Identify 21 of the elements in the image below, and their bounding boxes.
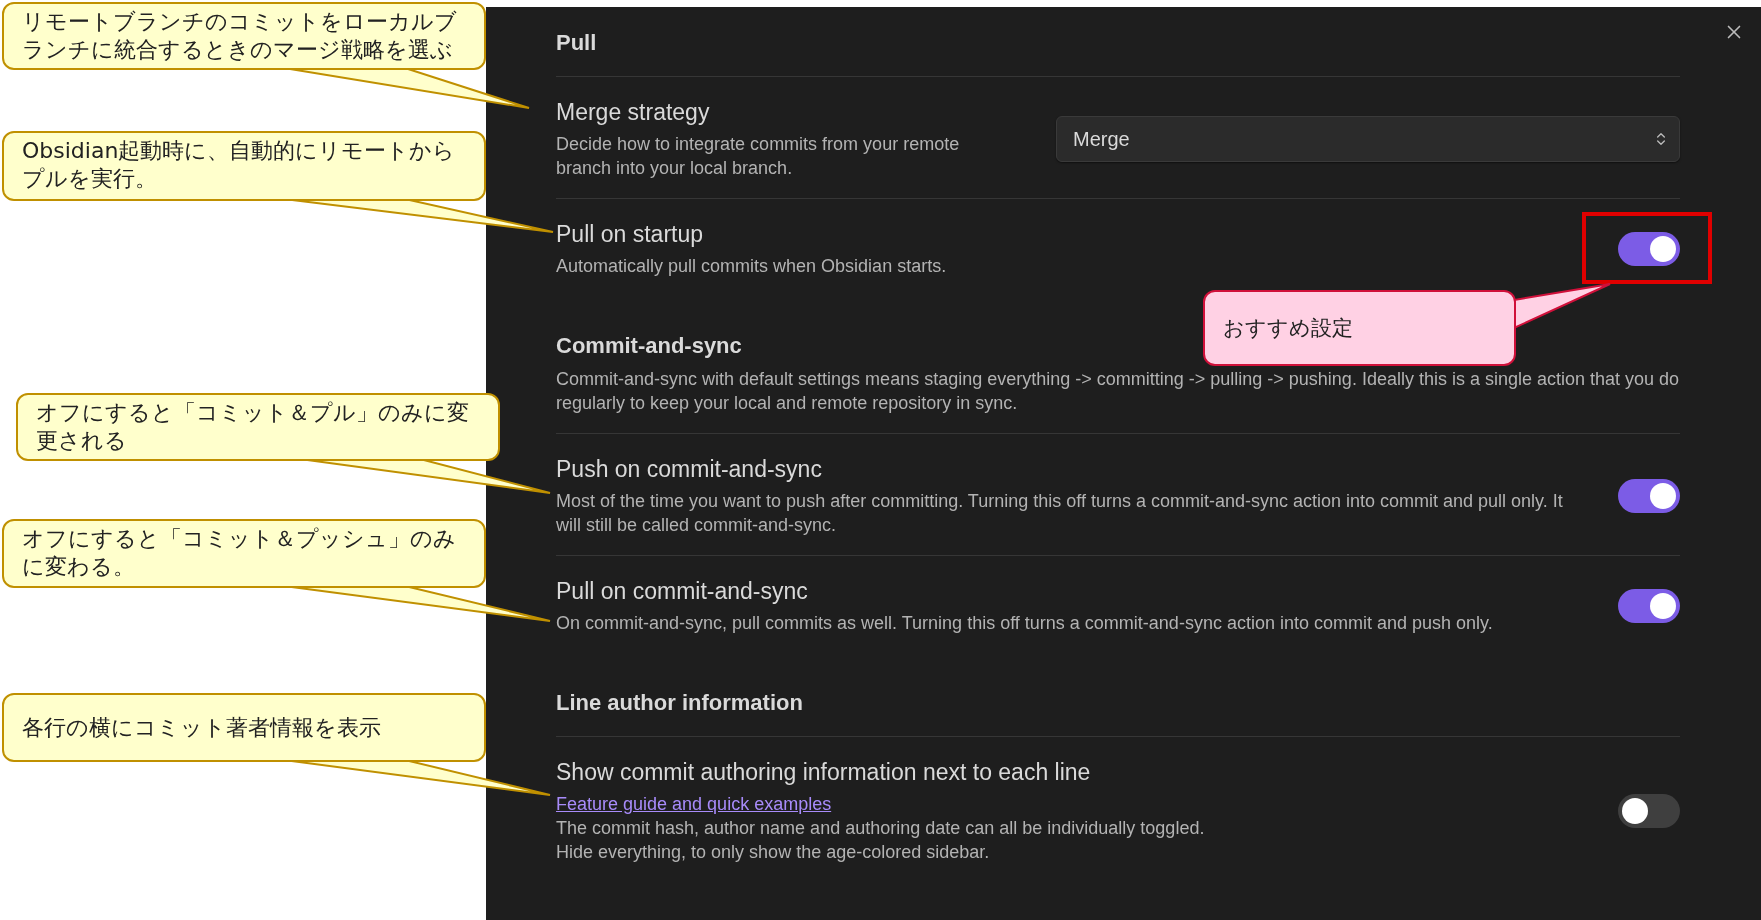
setting-description: The commit hash, author name and authoring date can all be individually toggled. [556, 817, 1205, 840]
toggle-switch[interactable] [1618, 794, 1680, 828]
toggle-switch[interactable] [1618, 232, 1680, 266]
section-heading: Commit-and-sync [556, 332, 742, 360]
setting-description: On commit-and-sync, pull commits as well. Turning this off turns a commit-and-sync action into commit and push only. [556, 612, 1493, 635]
setting-description: Decide how to integrate commits from your remote branch into your local branch. [556, 133, 961, 180]
setting-title: Show commit authoring information next to each line [556, 758, 1091, 786]
setting-description: Most of the time you want to push after committing. Turning this off turns a commit-and-sync action into commit and pull only. It will still be called commit-and-sync. [556, 490, 1564, 537]
section-heading: Line author information [556, 689, 803, 717]
toggle-switch[interactable] [1618, 479, 1680, 513]
section-description: Commit-and-sync with default settings means staging everything -> committing -> pulling -> pushing. Ideally this is a single action that you do regularly to keep your local and remote repository in sync. [556, 368, 1680, 415]
setting-title: Merge strategy [556, 98, 710, 126]
setting-title: Push on commit-and-sync [556, 455, 822, 483]
setting-description: Hide everything, to only show the age-colored sidebar. [556, 841, 990, 864]
setting-title: Pull on startup [556, 220, 704, 248]
merge-strategy-select[interactable]: Merge [1056, 116, 1680, 162]
feature-guide-link[interactable]: Feature guide and quick examples [556, 792, 832, 816]
setting-description: Automatically pull commits when Obsidian starts. [556, 255, 947, 278]
toggle-switch[interactable] [1618, 589, 1680, 623]
setting-title: Pull on commit-and-sync [556, 577, 808, 605]
section-heading: Pull [556, 29, 597, 57]
